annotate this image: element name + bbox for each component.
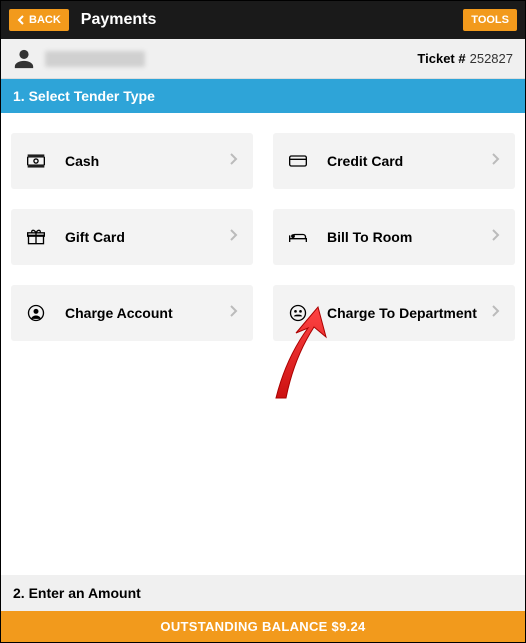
tender-label: Charge Account: [65, 305, 229, 321]
chevron-right-icon: [491, 228, 501, 247]
cash-icon: [25, 150, 47, 172]
balance-label: OUTSTANDING BALANCE $9.24: [160, 619, 365, 634]
user-bar: Ticket # 252827: [1, 39, 525, 79]
payments-screen: BACK Payments TOOLS Ticket # 252827 1. S…: [0, 0, 526, 643]
chevron-right-icon: [229, 152, 239, 171]
back-button[interactable]: BACK: [9, 9, 69, 31]
account-circle-icon: [25, 302, 47, 324]
back-button-label: BACK: [29, 14, 61, 26]
chevron-right-icon: [491, 152, 501, 171]
page-title: Payments: [81, 11, 464, 29]
tender-label: Bill To Room: [327, 229, 491, 245]
step2-header[interactable]: 2. Enter an Amount: [1, 575, 525, 611]
user-name-redacted: [45, 51, 145, 67]
gift-icon: [25, 226, 47, 248]
tender-gift-card[interactable]: Gift Card: [11, 209, 253, 265]
department-icon: [287, 302, 309, 324]
tools-button-label: TOOLS: [471, 14, 509, 26]
tender-label: Gift Card: [65, 229, 229, 245]
tender-bill-to-room[interactable]: Bill To Room: [273, 209, 515, 265]
tender-credit-card[interactable]: Credit Card: [273, 133, 515, 189]
ticket-label: Ticket #: [417, 51, 465, 66]
tender-label: Charge To Department: [327, 305, 491, 321]
step1-header: 1. Select Tender Type: [1, 79, 525, 113]
arrow-left-icon: [17, 15, 27, 25]
chevron-right-icon: [491, 304, 501, 323]
chevron-right-icon: [229, 304, 239, 323]
bed-icon: [287, 226, 309, 248]
top-bar: BACK Payments TOOLS: [1, 1, 525, 39]
ticket-number: 252827: [470, 51, 513, 66]
tender-charge-to-department[interactable]: Charge To Department: [273, 285, 515, 341]
credit-card-icon: [287, 150, 309, 172]
user-avatar-icon: [13, 48, 35, 70]
tender-cash[interactable]: Cash: [11, 133, 253, 189]
outstanding-balance-bar[interactable]: OUTSTANDING BALANCE $9.24: [1, 611, 525, 642]
tender-label: Cash: [65, 153, 229, 169]
tools-button[interactable]: TOOLS: [463, 9, 517, 31]
tender-content: Cash Credit Card Gift Card: [1, 113, 525, 575]
tender-label: Credit Card: [327, 153, 491, 169]
tender-charge-account[interactable]: Charge Account: [11, 285, 253, 341]
chevron-right-icon: [229, 228, 239, 247]
